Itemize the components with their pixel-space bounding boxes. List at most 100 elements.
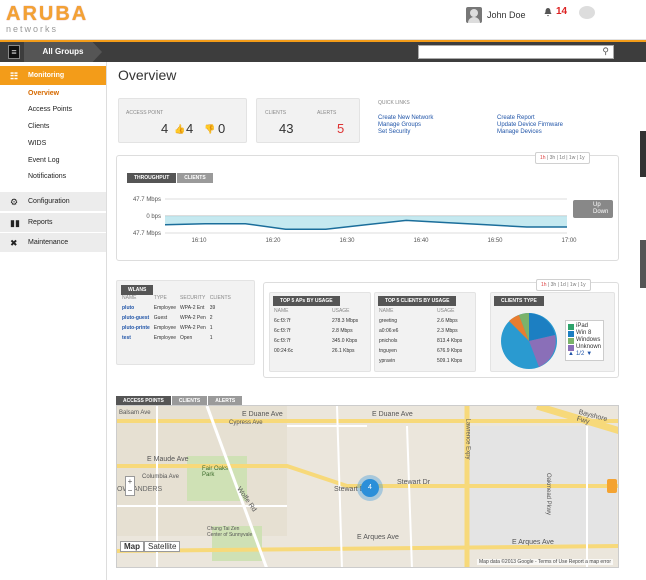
x-tick-label: 16:10 bbox=[191, 238, 207, 244]
sidebar-item-overview[interactable]: Overview bbox=[0, 88, 106, 100]
search-icon: ⚲ bbox=[602, 46, 609, 56]
bar-chart-icon: ▮▮ bbox=[10, 218, 20, 228]
table-row[interactable]: 6c:f3:7f 278.3 Mbps bbox=[272, 316, 360, 326]
usage-panel: 1h | 3h | 1d | 1w | 1y TOP 5 APs BY USAG… bbox=[263, 279, 619, 378]
update-firmware-link[interactable]: Update Device Firmware bbox=[497, 122, 563, 129]
thumbs-up-icon: 👍 bbox=[174, 124, 186, 134]
clients-alerts-summary[interactable]: CLIENTS ALERTS 43 5 bbox=[256, 98, 360, 143]
table-row[interactable]: 6c:f3:7f 2.8 Mbps bbox=[272, 326, 360, 336]
street-label: E Arques Ave bbox=[357, 534, 399, 541]
manage-groups-link[interactable]: Manage Groups bbox=[378, 122, 433, 129]
tab-clients[interactable]: CLIENTS bbox=[177, 173, 213, 183]
ap-down-count: 0 bbox=[218, 121, 226, 136]
park-label: Fair Oaks Park bbox=[202, 466, 229, 478]
ap-cluster-marker[interactable]: 4 bbox=[361, 479, 379, 497]
x-tick-label: 17:00 bbox=[561, 238, 577, 244]
street-label: Oakmead Pkwy bbox=[545, 472, 552, 516]
sidebar-item-wids[interactable]: WIDS bbox=[0, 138, 106, 150]
table-row[interactable]: pluto-printe Employee WPA-2 Pen 1 bbox=[120, 323, 233, 333]
sidebar-item-notifications[interactable]: Notifications bbox=[0, 171, 106, 183]
manage-devices-link[interactable]: Manage Devices bbox=[497, 129, 563, 136]
create-report-link[interactable]: Create Report bbox=[497, 115, 563, 122]
table-row[interactable]: test Employee Open 1 bbox=[120, 333, 233, 343]
wrench-icon: ✖ bbox=[10, 238, 18, 248]
wlans-table: NAME TYPE SECURITY CLIENTS pluto Employee… bbox=[120, 295, 233, 343]
nav-bar: ≡ All Groups ⚲ bbox=[0, 40, 646, 62]
clients-count: 43 bbox=[279, 121, 294, 136]
table-row[interactable]: a0:06:e6 2.3 Mbps bbox=[377, 326, 464, 336]
table-row[interactable]: greeting 2.6 Mbps bbox=[377, 316, 464, 326]
sidebar-item-label: Maintenance bbox=[28, 239, 69, 246]
sidebar-item-maintenance[interactable]: ✖ Maintenance bbox=[0, 233, 106, 253]
table-row[interactable]: ypravin 509.1 Kbps bbox=[377, 356, 464, 366]
search-input[interactable]: ⚲ bbox=[418, 45, 614, 59]
user-menu[interactable]: John Doe bbox=[466, 6, 526, 24]
clients-type-panel: CLIENTS TYPE iPad Win 8 Windows Unknown … bbox=[490, 292, 615, 372]
wlans-panel: WLANS NAME TYPE SECURITY CLIENTS pluto Em… bbox=[116, 280, 255, 365]
street-label: Balsam Ave bbox=[119, 410, 151, 416]
gear-icon: ⚙ bbox=[10, 197, 19, 207]
access-point-summary[interactable]: ACCESS POINT 4 👍 4 👎 0 bbox=[118, 98, 247, 143]
y-tick-label: 47.7 Mbps bbox=[133, 197, 161, 203]
legend-pager[interactable]: ▲ 1/2 ▼ bbox=[568, 351, 601, 358]
aruba-logo[interactable]: ARUBA networks bbox=[6, 4, 106, 36]
map-view[interactable]: E Duane Ave E Duane Ave Stewart Dr Stewa… bbox=[116, 405, 619, 568]
street-label: Stewart Dr bbox=[397, 479, 431, 486]
alerts-count-summary: 5 bbox=[337, 121, 345, 136]
tab-throughput[interactable]: THROUGHPUT bbox=[127, 173, 177, 183]
throughput-legend: Up Down bbox=[573, 200, 613, 218]
table-row[interactable]: 6c:f3:7f 345.0 Kbps bbox=[272, 336, 360, 346]
sidebar-item-clients[interactable]: Clients bbox=[0, 121, 106, 133]
sidebar-item-event-log[interactable]: Event Log bbox=[0, 155, 106, 167]
zoom-control[interactable]: + − bbox=[125, 476, 135, 496]
street-view-icon[interactable] bbox=[607, 479, 617, 493]
side-tab[interactable] bbox=[640, 131, 646, 177]
table-row[interactable]: pluto-guest Guest WPA-2 Pen 2 bbox=[120, 313, 233, 323]
sidebar-item-monitoring[interactable]: ☷ Monitoring bbox=[0, 66, 106, 86]
x-tick-label: 16:50 bbox=[487, 238, 503, 244]
top-clients-panel: TOP 5 CLIENTS BY USAGE NAME USAGE greetin… bbox=[374, 292, 476, 372]
sidebar-item-label: Monitoring bbox=[28, 72, 65, 79]
usage-time-filter[interactable]: 1h | 3h | 1d | 1w | 1y bbox=[536, 279, 591, 291]
street-label: E Arques Ave bbox=[512, 539, 554, 546]
sidebar: ☷ Monitoring Overview Access Points Clie… bbox=[0, 62, 107, 580]
table-row[interactable]: 00:24:6c 26.1 Kbps bbox=[272, 346, 360, 356]
area-label: OWLANDERS bbox=[117, 486, 163, 493]
user-icon bbox=[466, 7, 482, 23]
throughput-chart: 47.7 Mbps 0 bps 47.7 Mbps 16:10 16:20 16:30 16… bbox=[133, 197, 577, 244]
side-tab[interactable] bbox=[640, 240, 646, 288]
y-tick-label: 0 bps bbox=[146, 214, 161, 220]
chat-icon[interactable] bbox=[579, 6, 595, 19]
sidebar-item-configuration[interactable]: ⚙ Configuration bbox=[0, 192, 106, 212]
top-clients-table: NAME USAGE greeting 2.6 Mbps a0:06:e6 2.3 M… bbox=[377, 308, 464, 366]
ap-total: 4 bbox=[161, 121, 169, 136]
throughput-panel: 1h | 3h | 1d | 1w | 1y THROUGHPUT CLIENT… bbox=[116, 152, 619, 261]
user-name: John Doe bbox=[487, 10, 526, 20]
street-label: Lawrence Expy bbox=[464, 418, 471, 460]
table-row[interactable]: tnguyen 676.9 Kbps bbox=[377, 346, 464, 356]
menu-icon[interactable]: ≡ bbox=[8, 45, 20, 59]
clients-type-pie[interactable] bbox=[499, 311, 559, 371]
table-row[interactable]: pnichols 813.4 Kbps bbox=[377, 336, 464, 346]
map-button[interactable]: Map bbox=[120, 541, 144, 552]
y-tick-label: 47.7 Mbps bbox=[133, 231, 161, 237]
alerts-count: 14 bbox=[556, 6, 568, 17]
street-label: E Duane Ave bbox=[242, 411, 283, 418]
group-selector[interactable]: All Groups bbox=[24, 42, 102, 62]
set-security-link[interactable]: Set Security bbox=[378, 129, 433, 136]
table-row[interactable]: pluto Employee WPA-2 Ent 39 bbox=[120, 303, 233, 313]
create-new-network-link[interactable]: Create New Network bbox=[378, 115, 433, 122]
top-aps-table: NAME USAGE 6c:f3:7f 278.3 Mbps 6c:f3:7f 2.8… bbox=[272, 308, 360, 356]
page-title: Overview bbox=[118, 67, 177, 83]
x-tick-label: 16:40 bbox=[413, 238, 429, 244]
sidebar-item-reports[interactable]: ▮▮ Reports bbox=[0, 213, 106, 233]
sidebar-item-access-points[interactable]: Access Points bbox=[0, 104, 106, 116]
time-filter[interactable]: 1h | 3h | 1d | 1w | 1y bbox=[535, 152, 590, 164]
satellite-button[interactable]: Satellite bbox=[144, 541, 181, 552]
street-label: E Duane Ave bbox=[372, 411, 413, 418]
throughput-tabs: THROUGHPUT CLIENTS bbox=[127, 173, 214, 183]
bell-icon bbox=[544, 7, 552, 16]
alerts-indicator[interactable]: 14 bbox=[543, 6, 567, 17]
ap-up-count: 4 bbox=[186, 121, 194, 136]
sidebar-item-label: Configuration bbox=[28, 198, 70, 205]
